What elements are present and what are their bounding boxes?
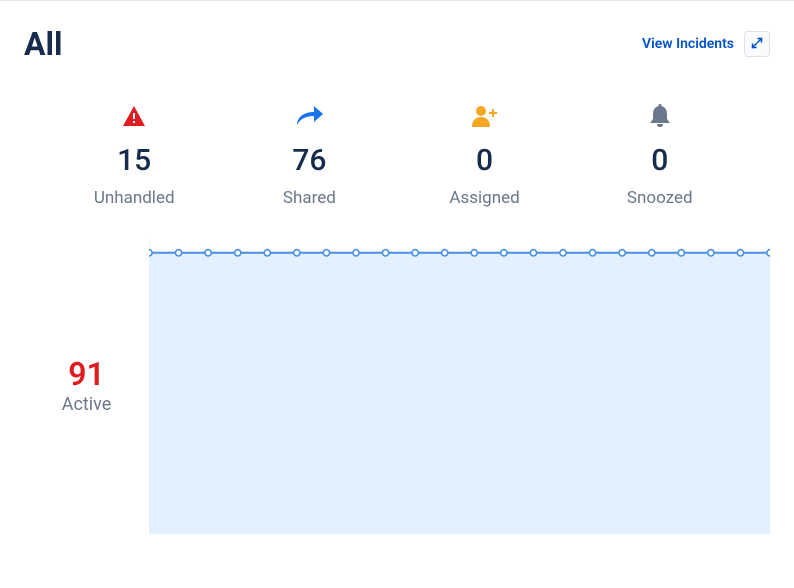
stat-label: Shared [283,188,336,208]
alert-triangle-icon [122,103,146,129]
stat-label: Snoozed [627,188,693,208]
page-title: All [24,25,62,63]
header-actions: View Incidents [642,31,770,57]
header-bar: All View Incidents [24,25,770,63]
bell-icon [649,103,671,129]
active-value: 91 [68,357,105,392]
active-label: Active [62,394,112,415]
stat-label: Assigned [449,188,519,208]
share-arrow-icon [294,103,324,129]
stat-assigned[interactable]: 0 Assigned [420,103,550,208]
stat-shared[interactable]: 76 Shared [244,103,374,208]
expand-icon [751,37,763,52]
stat-value: 15 [117,143,151,178]
view-incidents-link[interactable]: View Incidents [642,36,734,52]
stat-unhandled[interactable]: 15 Unhandled [69,103,199,208]
stat-label: Unhandled [94,188,175,208]
stat-value: 0 [651,143,668,178]
chart-row: 91 Active [24,238,770,534]
stat-value: 0 [476,143,493,178]
stat-value: 76 [292,143,326,178]
user-plus-icon [471,103,499,129]
stats-row: 15 Unhandled 76 Shared 0 Assi [24,103,770,208]
expand-button[interactable] [744,31,770,57]
stat-snoozed[interactable]: 0 Snoozed [595,103,725,208]
active-panel: 91 Active [24,238,149,534]
active-chart [149,238,770,534]
